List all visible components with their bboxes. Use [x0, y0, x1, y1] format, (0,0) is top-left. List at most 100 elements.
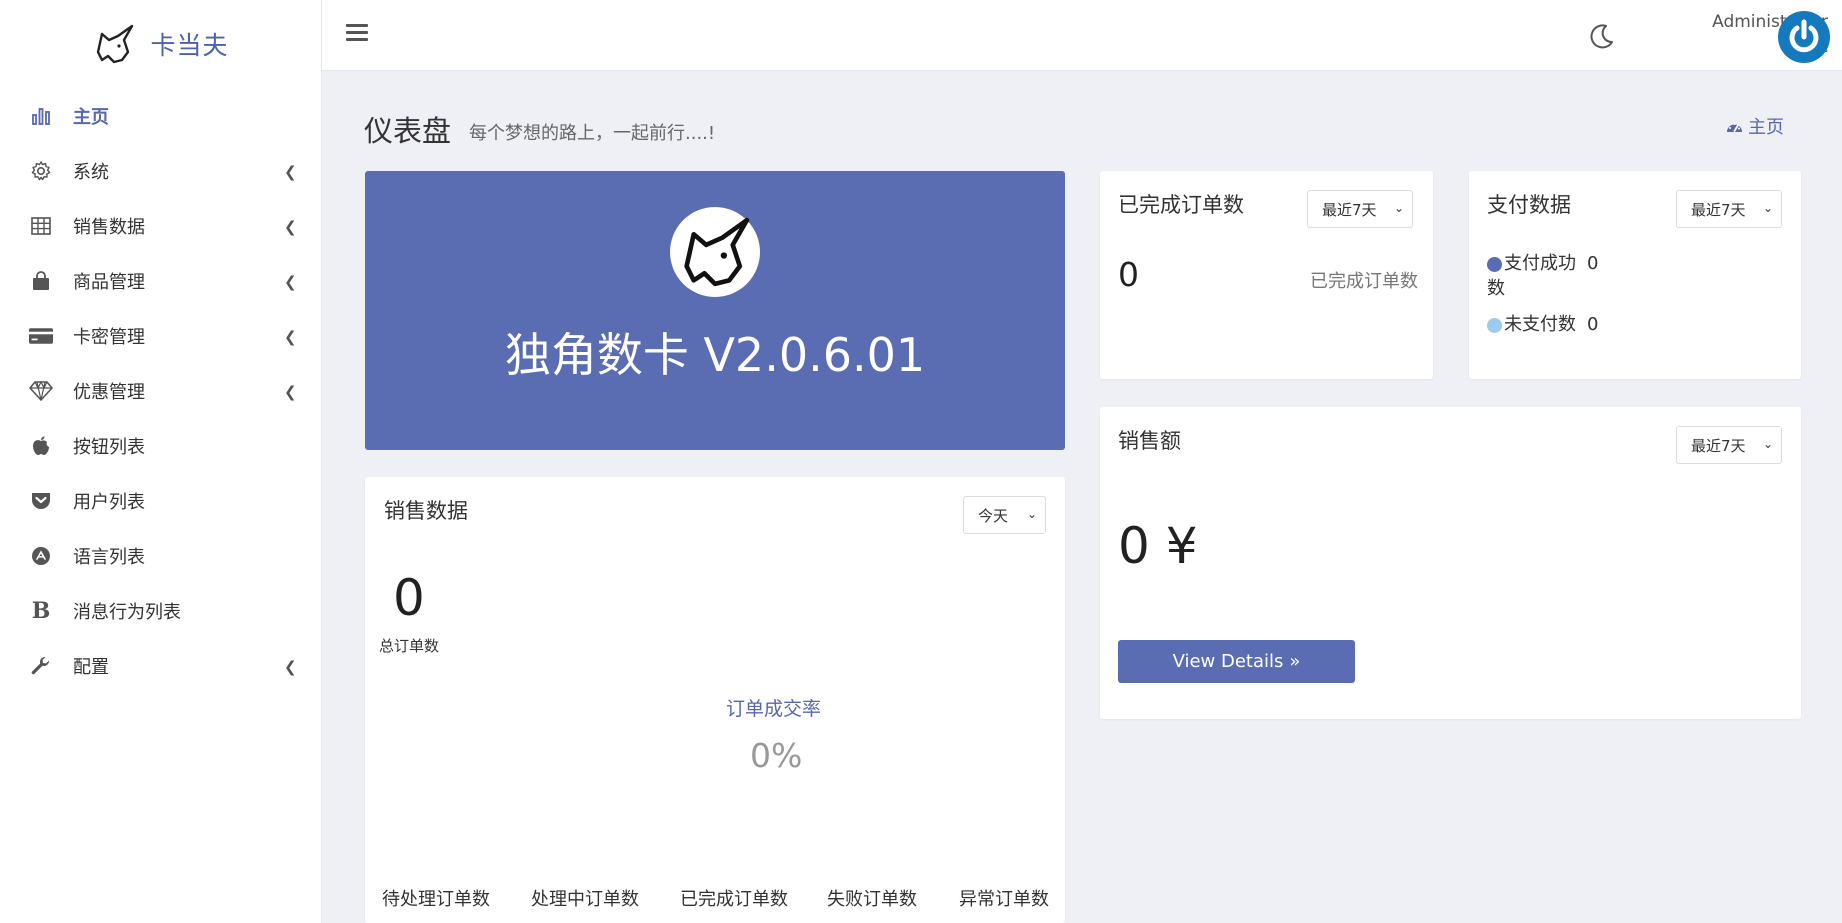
chevron-left-icon: ❮ [284, 163, 297, 181]
sidebar-item-label: 系统 [73, 161, 109, 183]
apple-icon [29, 434, 53, 458]
banner-title: 独角数卡 V2.0.6.01 [504, 328, 926, 382]
page-title: 仪表盘 [364, 114, 452, 148]
sidebar-item-label: 商品管理 [73, 271, 145, 293]
total-orders-value: 0 [393, 569, 425, 627]
sidebar-item-languages[interactable]: 语言列表 [0, 528, 321, 583]
sidebar-item-label: 消息行为列表 [73, 601, 181, 623]
chevron-down-icon: ⌄ [1393, 201, 1404, 215]
version-banner: 独角数卡 V2.0.6.01 [365, 171, 1065, 450]
breadcrumb-home: 主页 [1748, 117, 1784, 138]
legend-payment-success: 支付成功数 [1487, 251, 1582, 301]
credit-card-icon [29, 324, 53, 348]
sidebar: 卡当夫 主页 系统 ❮ 销售数据 ❮ 商品管理 ❮ 卡密管理 ❮ 优惠管理 ❮ … [0, 0, 322, 923]
brand-name: 卡当夫 [150, 31, 229, 60]
dashboard-icon [1727, 122, 1742, 132]
completed-orders-card: 已完成订单数 最近7天 ⌄ 0 已完成订单数 [1100, 171, 1433, 379]
chevron-left-icon: ❮ [284, 328, 297, 346]
button-label: View Details [1172, 651, 1284, 672]
payment-range-select[interactable]: 最近7天 ⌄ [1676, 190, 1782, 228]
sidebar-item-label: 语言列表 [73, 546, 145, 568]
card-title: 销售数据 [384, 499, 468, 523]
card-title: 支付数据 [1487, 193, 1571, 217]
select-value: 最近7天 [1322, 200, 1377, 219]
sales-amount-value: 0 ¥ [1118, 517, 1198, 575]
sales-data-range-select[interactable]: 今天 ⌄ [963, 496, 1046, 534]
sidebar-item-home[interactable]: 主页 [0, 88, 321, 143]
legend-dot [1487, 317, 1502, 333]
completed-orders-label: 已完成订单数 [1310, 271, 1418, 292]
top-header: Administrator 在线 [322, 0, 1842, 71]
app-store-icon [29, 544, 53, 568]
completed-orders-value: 0 [1118, 255, 1139, 294]
sidebar-item-label: 用户列表 [73, 491, 145, 513]
breadcrumb[interactable]: 主页 [1726, 113, 1784, 139]
page-subtitle: 每个梦想的路上，一起前行....! [469, 123, 716, 144]
payment-data-card: 支付数据 最近7天 ⌄ 支付成功数 0 未支付数 0 [1469, 171, 1801, 379]
sidebar-item-sales-data[interactable]: 销售数据 ❮ [0, 198, 321, 253]
diamond-icon [29, 379, 53, 403]
sidebar-item-buttons[interactable]: 按钮列表 [0, 418, 321, 473]
sales-amount-card: 销售额 最近7天 ⌄ 0 ¥ View Details » [1100, 407, 1801, 719]
view-details-button[interactable]: View Details » [1118, 640, 1355, 683]
completed-orders-range-select[interactable]: 最近7天 ⌄ [1307, 190, 1413, 228]
payment-unpaid-value: 0 [1587, 314, 1599, 335]
menu-toggle-icon[interactable] [346, 20, 368, 44]
total-orders-label: 总订单数 [379, 637, 440, 655]
chevron-left-icon: ❮ [284, 658, 297, 676]
shopping-bag-icon [29, 269, 53, 293]
order-status-labels: 待处理订单数 处理中订单数 已完成订单数 失败订单数 异常订单数 [365, 885, 1065, 915]
sidebar-item-label: 卡密管理 [73, 326, 145, 348]
select-value: 今天 [978, 506, 1009, 525]
wrench-icon [29, 654, 53, 678]
sidebar-item-cards[interactable]: 卡密管理 ❮ [0, 308, 321, 363]
sidebar-item-label: 销售数据 [73, 216, 145, 238]
conversion-rate-value: 0% [750, 736, 803, 775]
legend-payment-unpaid: 未支付数 [1487, 312, 1576, 337]
bar-chart-icon [29, 104, 53, 128]
status-label-abnormal: 异常订单数 [959, 889, 1049, 910]
status-label-failed: 失败订单数 [827, 889, 917, 910]
status-label-processing: 处理中订单数 [531, 889, 639, 910]
bold-icon: B [31, 597, 51, 624]
chevron-down-icon: ⌄ [1762, 201, 1773, 215]
dark-mode-toggle-icon[interactable] [1588, 22, 1616, 50]
select-value: 最近7天 [1691, 436, 1746, 455]
select-value: 最近7天 [1691, 200, 1746, 219]
chevron-left-icon: ❮ [284, 273, 297, 291]
table-icon [29, 214, 53, 238]
sidebar-item-system[interactable]: 系统 ❮ [0, 143, 321, 198]
power-icon [1789, 19, 1819, 53]
gear-icon [29, 159, 53, 183]
status-label-completed: 已完成订单数 [680, 889, 788, 910]
chevron-down-icon: ⌄ [1762, 437, 1773, 451]
pocket-icon [29, 489, 53, 513]
sidebar-item-config[interactable]: 配置 ❮ [0, 638, 321, 693]
sidebar-item-products[interactable]: 商品管理 ❮ [0, 253, 321, 308]
avatar[interactable] [1778, 11, 1830, 63]
sidebar-menu: 主页 系统 ❮ 销售数据 ❮ 商品管理 ❮ 卡密管理 ❮ 优惠管理 ❮ 按钮列表… [0, 88, 321, 693]
status-label-pending: 待处理订单数 [382, 889, 490, 910]
sales-amount-range-select[interactable]: 最近7天 ⌄ [1676, 426, 1782, 464]
chevron-left-icon: ❮ [284, 383, 297, 401]
conversion-rate-label: 订单成交率 [726, 698, 822, 720]
sidebar-item-label: 主页 [73, 106, 109, 128]
sidebar-item-label: 优惠管理 [73, 381, 145, 403]
sidebar-item-message-actions[interactable]: B 消息行为列表 [0, 583, 321, 638]
sidebar-item-label: 配置 [73, 656, 109, 678]
sidebar-item-discounts[interactable]: 优惠管理 ❮ [0, 363, 321, 418]
double-chevron-right-icon: » [1289, 651, 1301, 672]
legend-label: 未支付数 [1504, 314, 1576, 335]
payment-success-value: 0 [1587, 253, 1599, 274]
legend-dot [1487, 256, 1502, 272]
card-title: 已完成订单数 [1118, 193, 1244, 217]
unicorn-logo-icon [670, 207, 760, 297]
sidebar-item-label: 按钮列表 [73, 436, 145, 458]
brand[interactable]: 卡当夫 [0, 0, 321, 88]
sales-data-card: 销售数据 今天 ⌄ 0 总订单数 订单成交率 0% 待处理订单数 处理中订单数 … [365, 477, 1065, 923]
card-title: 销售额 [1118, 429, 1181, 453]
chevron-down-icon: ⌄ [1026, 507, 1037, 521]
unicorn-logo-icon [97, 24, 134, 64]
chevron-left-icon: ❮ [284, 218, 297, 236]
sidebar-item-users[interactable]: 用户列表 [0, 473, 321, 528]
